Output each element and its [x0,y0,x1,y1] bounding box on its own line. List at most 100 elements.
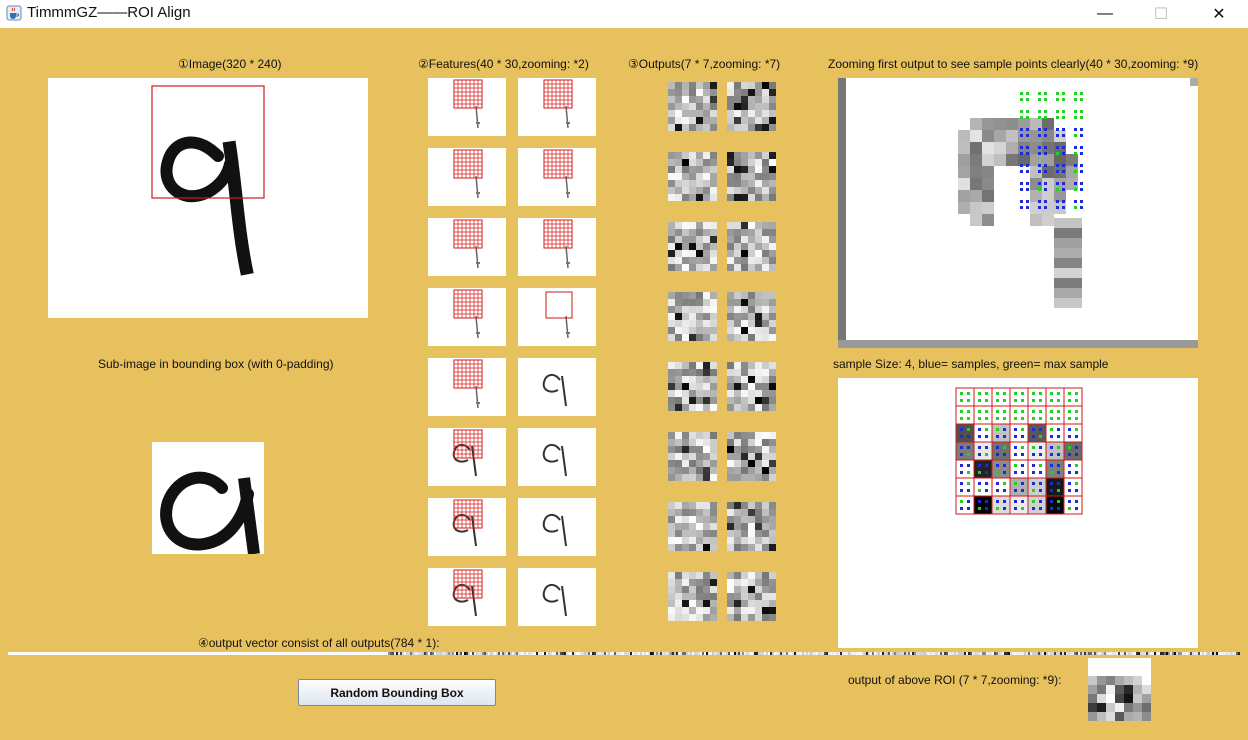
vector-element [274,652,276,655]
output-pixel [696,544,703,551]
digit-trace [452,444,477,477]
vector-element [404,652,406,655]
output-pixel [668,173,675,180]
sample-point [1026,200,1029,203]
output-pixel [703,530,710,537]
sample-point [1050,435,1053,438]
output-pixel [734,460,741,467]
vector-element [354,652,356,655]
output-pixel [689,257,696,264]
sample-point [985,507,988,510]
output-cell-svg [668,502,717,551]
output-pixel [762,313,769,320]
vector-element [764,652,766,655]
digit-trace [475,315,479,339]
vector-element [758,652,760,655]
sample-point [1075,453,1078,456]
output-pixel [748,320,755,327]
vector-element [796,652,798,655]
vector-element [126,652,128,655]
output-pixel [734,362,741,369]
vector-element [576,652,578,655]
random-bounding-box-button[interactable]: Random Bounding Box [298,679,496,706]
sample-point [1074,92,1077,95]
output-pixel [668,586,675,593]
output-pixel [675,530,682,537]
zoom-pixel [982,154,994,166]
digit-mark [476,262,480,264]
roi-pixel [1115,676,1124,685]
vector-element [808,652,810,655]
vector-element [676,652,678,655]
sample-point [1039,507,1042,510]
output-cell [727,292,776,341]
sample-point [1014,482,1017,485]
output-pixel [755,369,762,376]
sample-point [1038,182,1041,185]
sample-point [1038,98,1041,101]
vector-element [1028,652,1030,655]
sample-point [978,435,981,438]
zoom-pixel [994,154,1006,166]
roi-pixel [1088,685,1097,694]
output-pixel [682,600,689,607]
output-pixel [710,439,717,446]
maximize-button[interactable]: ☐ [1138,0,1184,28]
zoom-pixel [970,178,982,190]
sample-point [1020,152,1023,155]
vector-element [244,652,246,655]
vector-element [1054,652,1056,655]
sample-point [1021,410,1024,413]
output-pixel [710,446,717,453]
vector-element [936,652,938,655]
minimize-button[interactable]: — [1082,0,1128,28]
output-pixel [689,516,696,523]
vector-element [582,652,584,655]
vector-element [50,652,52,655]
vector-element [400,652,402,655]
close-button[interactable]: ✕ [1196,0,1242,28]
roi-pixel [1133,712,1142,721]
input-image-panel[interactable] [48,78,368,318]
output-pixel [696,173,703,180]
feature-map-svg [452,429,483,477]
output-pixel [755,229,762,236]
sample-cell [955,495,975,515]
vector-element [490,652,492,655]
sample-point [967,500,970,503]
output-pixel [741,236,748,243]
output-pixel [741,593,748,600]
vector-element [912,652,914,655]
vector-element [130,652,132,655]
output-pixel [734,530,741,537]
output-pixel [696,250,703,257]
vector-element [1200,652,1202,655]
output-pixel [769,124,776,131]
sample-point [1075,435,1078,438]
output-pixel [689,82,696,89]
output-pixel [748,327,755,334]
vector-element [730,652,732,655]
vector-element [446,652,448,655]
sample-point [1039,471,1042,474]
sample-point [1038,170,1041,173]
vector-element [210,652,212,655]
vector-element [1228,652,1230,655]
output-pixel [682,173,689,180]
output-pixel [689,369,696,376]
sample-point [1075,471,1078,474]
digit-trace [475,175,479,199]
output-cell [727,152,776,201]
output-pixel [696,187,703,194]
output-pixel [769,250,776,257]
output-pixel [727,243,734,250]
zoom-pixel [958,154,970,166]
output-pixel [741,397,748,404]
output-pixel [710,180,717,187]
sample-point [1039,417,1042,420]
vector-element [554,652,556,655]
vector-element [710,652,712,655]
vector-element [638,652,640,655]
output-pixel [727,593,734,600]
output-pixel [703,586,710,593]
